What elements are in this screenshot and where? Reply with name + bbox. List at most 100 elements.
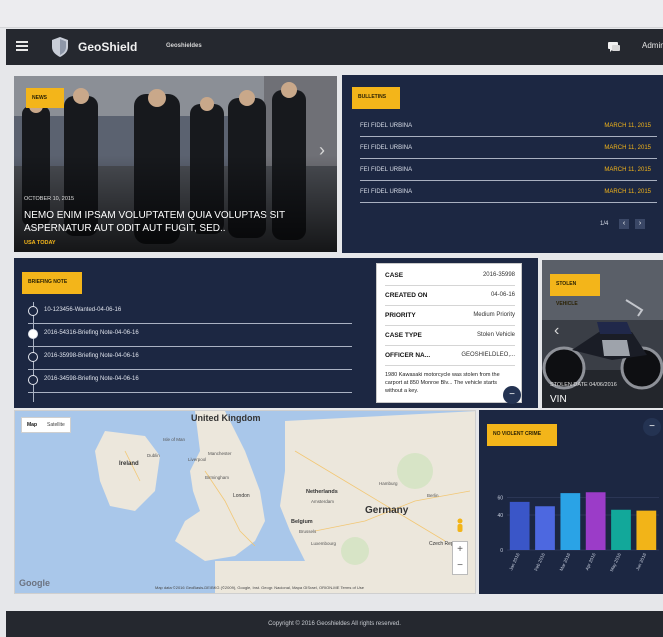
nav-link[interactable]: Geoshieldes [166,43,202,49]
case-field-label: PRIORITY [385,312,416,319]
news-headline[interactable]: NEMO ENIM IPSAM VOLUPTATEM QUIA VOLUPTAS… [24,209,324,235]
briefing-item-label: 2016-35998-Briefing Note-04-06-16 [44,353,139,359]
map-label: Birmingham [205,475,230,480]
chart-bar[interactable] [535,506,555,550]
bulletin-date: MARCH 11, 2015 [604,123,651,129]
map-label: Belgium [291,519,313,525]
user-menu[interactable]: Admin [642,41,663,50]
browser-chrome [0,0,663,28]
case-field-value: 04-06-16 [490,292,515,298]
map-label: Germany [365,505,409,516]
bulletin-row[interactable]: FEI FIDEL URBINA MARCH 11, 2015 [360,183,657,203]
bulletin-name: FEI FIDEL URBINA [360,123,413,129]
briefing-item[interactable]: 2016-35998-Briefing Note-04-06-16 [28,348,352,370]
case-field-value: Stolen Vehicle [476,332,515,338]
briefing-item-label: 2016-34598-Briefing Note-04-06-16 [44,376,139,382]
bulletin-date: MARCH 11, 2015 [604,189,651,195]
vehicle-stolen-date: STOLEN DATE 04/06/2016 [550,382,617,388]
map-label: London [233,493,250,499]
pager-prev-button[interactable]: ‹ [619,219,629,229]
map-label: Manchester [208,451,232,456]
bulletin-row[interactable]: FEI FIDEL URBINA MARCH 11, 2015 [360,139,657,159]
map-label: Berlin [427,493,439,498]
map-label: Luxembourg [311,541,337,546]
briefing-item-label: 2016-54316-Briefing Note-04-06-16 [44,330,139,336]
crime-bar-chart: 0 40 60 Jan 2016 Feb 2016 Mar 2016 Apr 2016 May… [497,492,659,572]
briefing-item[interactable]: 2016-54316-Briefing Note-04-06-16 [28,325,352,347]
map-label: Hamburg [379,481,398,486]
pager-next-button[interactable]: › [635,219,645,229]
chart-bar[interactable] [560,493,581,550]
chart-bar[interactable] [611,509,631,550]
bulletin-row[interactable]: FEI FIDEL URBINA MARCH 11, 2015 [360,117,657,137]
map-label: Czech Rep [429,541,454,547]
collapse-button[interactable]: − [503,386,521,404]
case-detail-card: CASE 2016-35998 CREATED ON 04-06-16 PRIO… [376,263,522,403]
x-tick-label: Apr 2016 [584,552,596,571]
timeline-dot [28,306,38,316]
x-tick-label: Jan 2016 [508,552,521,571]
brand-name: GeoShield [78,40,138,54]
case-description: 1980 Kawasaki motorcycle was stolen from… [385,372,500,394]
zoom-out-button[interactable]: − [453,558,467,574]
case-field-value: 2016-35998 [482,272,515,278]
map-label: Ireland [119,461,139,467]
x-tick-label: Mar 2016 [559,552,572,572]
news-source: USA TODAY [24,240,56,246]
case-field: OFFICER NA... GEOSHIELDLEO,... [385,346,515,366]
x-tick-label: May 2016 [609,552,622,572]
case-field: CASE TYPE Stolen Vehicle [385,326,515,346]
timeline-dot [28,329,38,339]
chevron-left-icon[interactable]: ‹ [554,322,559,340]
map-type-toggle[interactable]: Map Satellite [21,417,71,433]
crime-tag: NO VIOLENT CRIME [487,424,557,446]
bulletin-date: MARCH 11, 2015 [604,167,651,173]
bulletins-tag: BULLETINS [352,87,400,109]
timeline-dot [28,352,38,362]
case-field: CASE 2016-35998 [385,266,515,286]
app-header: GeoShield Geoshieldes Admin [6,29,663,65]
map-type-satellite[interactable]: Satellite [42,418,70,432]
map-label: Brussels [299,529,317,534]
chart-bar[interactable] [509,501,530,550]
bulletin-row[interactable]: FEI FIDEL URBINA MARCH 11, 2015 [360,161,657,181]
collapse-button[interactable]: − [643,418,661,436]
chevron-right-icon[interactable]: › [319,140,325,161]
shield-logo-icon [52,37,68,57]
bulletin-name: FEI FIDEL URBINA [360,145,413,151]
map-type-map[interactable]: Map [22,418,42,432]
stolen-vehicle-panel[interactable]: STOLEN VEHICLE ‹ STOLEN DATE 04/06/2016 … [542,260,663,408]
x-tick-label: Jun 2016 [635,552,648,571]
map-label: United Kingdom [191,413,261,423]
map-label: Dublin [147,453,160,458]
y-tick-label: 0 [500,548,503,554]
map-label: Liverpool [188,457,207,462]
bulletin-name: FEI FIDEL URBINA [360,167,413,173]
chart-bar[interactable] [636,510,657,550]
hamburger-menu-icon[interactable] [16,41,28,51]
briefing-item[interactable]: 2016-34598-Briefing Note-04-06-16 [28,371,352,393]
case-field-value: Medium Priority [473,312,515,318]
pegman-icon[interactable] [455,518,465,536]
y-tick-label: 40 [497,513,503,519]
chat-icon[interactable] [607,41,621,53]
timeline-dot [28,375,38,385]
footer: Copyright © 2016 Geoshieldes All rights … [6,611,663,637]
crime-chart-panel: NO VIOLENT CRIME − 0 40 60 Jan 2016 Feb 2016… [479,410,663,594]
zoom-in-button[interactable]: + [453,542,467,558]
chart-bar[interactable] [585,492,606,550]
map-zoom-control: + − [452,541,468,575]
x-tick-label: Feb 2016 [533,552,546,572]
map-panel[interactable]: Map Satellite United Kingdom Isle of Man… [14,410,476,594]
case-field: PRIORITY Medium Priority [385,306,515,326]
case-field-value: GEOSHIELDLEO,... [461,352,515,358]
news-panel[interactable]: NEWS › OCTOBER 10, 2015 NEMO ENIM IPSAM … [14,76,337,252]
bulletin-name: FEI FIDEL URBINA [360,189,413,195]
case-field-label: OFFICER NA... [385,352,431,359]
map-label: Netherlands [306,489,338,495]
map-attribution: Map data ©2016 GeoBasis-DE/BKG (©2009), … [155,585,365,590]
vehicle-vin: VIN [550,394,567,405]
case-field-label: CREATED ON [385,292,428,299]
bulletin-date: MARCH 11, 2015 [604,145,651,151]
briefing-item[interactable]: 10-123456-Wanted-04-06-16 [28,302,352,324]
